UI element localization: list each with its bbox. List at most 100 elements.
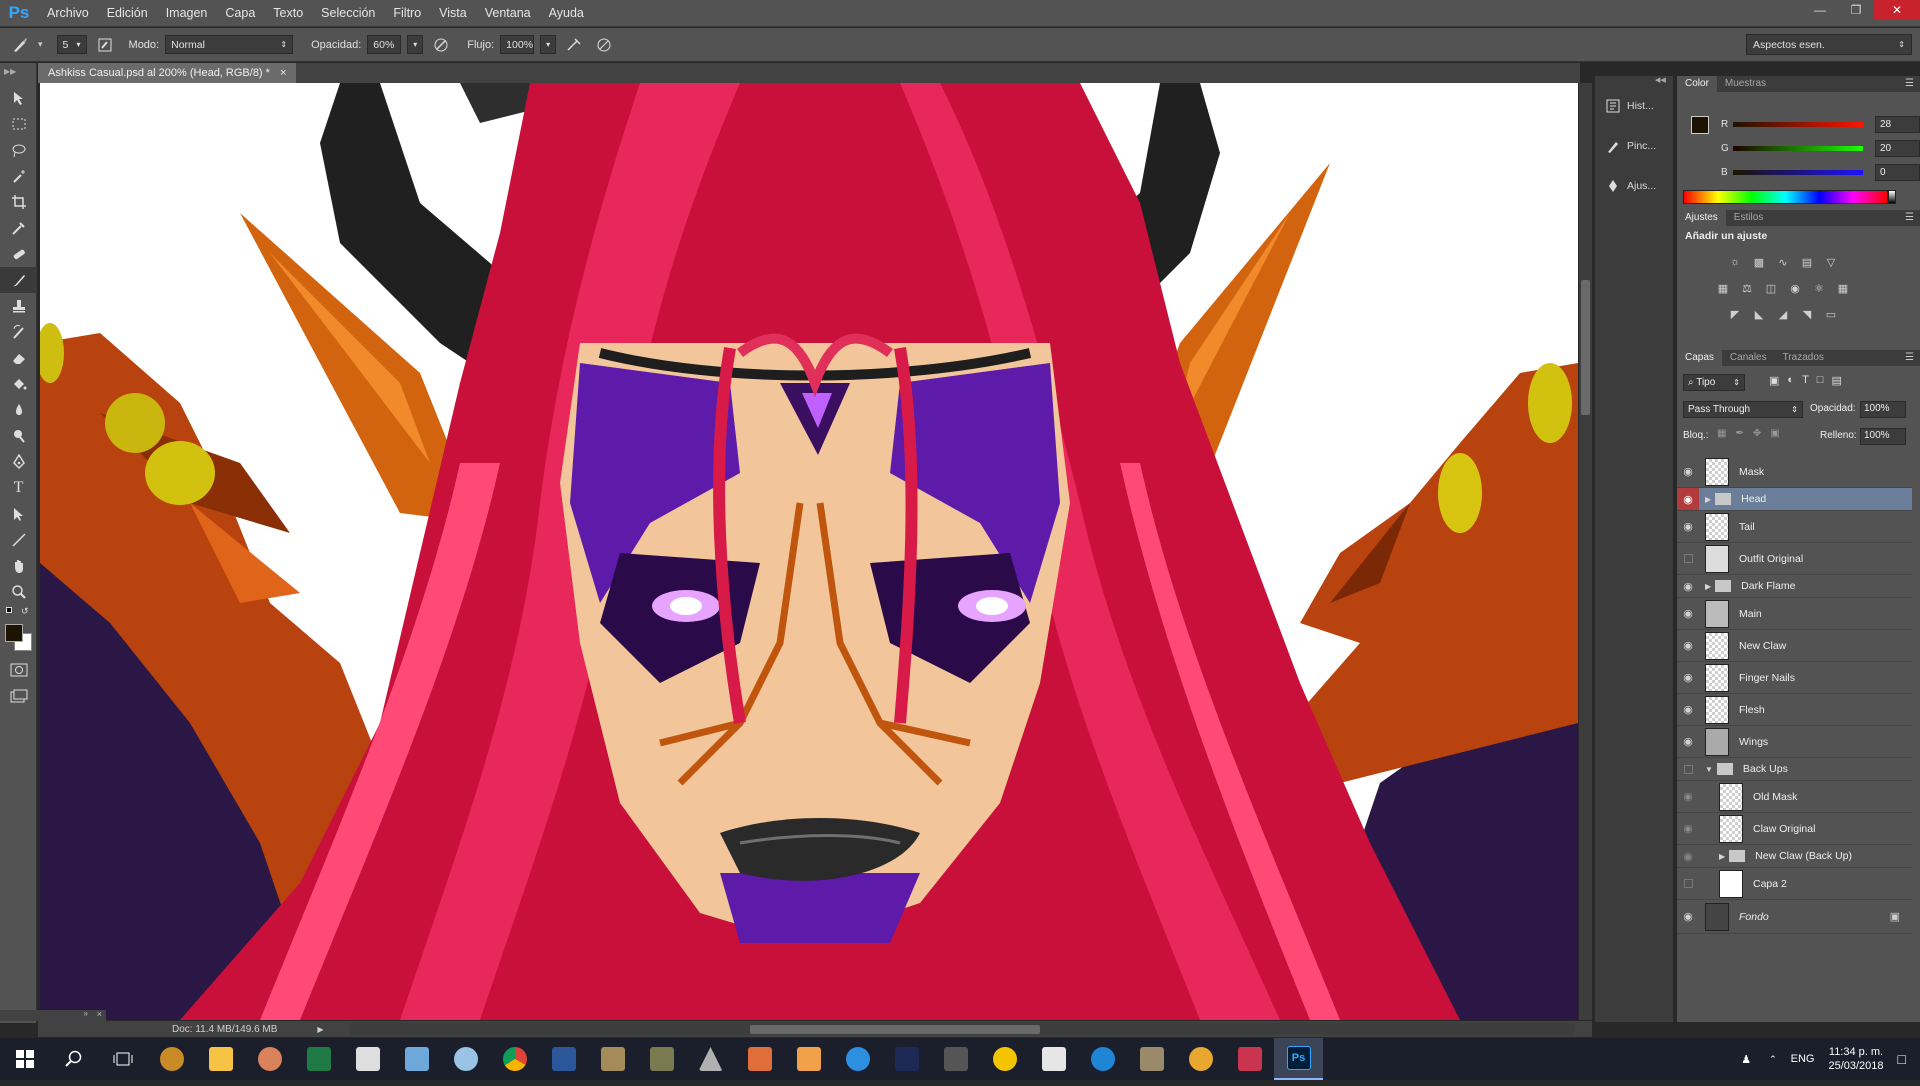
app-icon-terminal[interactable] xyxy=(637,1038,686,1080)
color-lookup-icon[interactable]: ▦ xyxy=(1833,278,1853,298)
opacity-dropdown-icon[interactable]: ▾ xyxy=(407,35,424,54)
layer-new-claw-back-up[interactable]: ◉ ▶ New Claw (Back Up) xyxy=(1677,845,1912,868)
layer-dark-flame[interactable]: ◉ ▶ Dark Flame xyxy=(1677,575,1912,598)
layer-flesh[interactable]: ◉ Flesh xyxy=(1677,694,1912,726)
restore-icon[interactable]: ❐ xyxy=(1838,0,1874,20)
layer-outfit-original[interactable]: Outfit Original xyxy=(1677,543,1912,575)
minimize-icon[interactable]: — xyxy=(1802,0,1838,20)
layer-main[interactable]: ◉ Main xyxy=(1677,598,1912,630)
collapse-group-icon[interactable]: ▼ xyxy=(1705,765,1713,774)
app-icon-1[interactable] xyxy=(147,1038,196,1080)
fill-input[interactable]: 100% xyxy=(1860,428,1906,445)
menu-edicion[interactable]: Edición xyxy=(98,0,157,27)
airbrush-icon[interactable] xyxy=(562,34,586,56)
visibility-empty-box[interactable] xyxy=(1677,758,1699,780)
app-icon-portrait[interactable] xyxy=(931,1038,980,1080)
edge-icon[interactable] xyxy=(1078,1038,1127,1080)
visibility-eye-icon[interactable]: ◉ xyxy=(1677,662,1699,693)
exposure-icon[interactable]: ▤ xyxy=(1797,252,1817,272)
healing-brush-tool-icon[interactable] xyxy=(0,241,37,267)
layer-mask[interactable]: ◉ Mask xyxy=(1677,456,1912,488)
app-icon-stars[interactable] xyxy=(882,1038,931,1080)
expand-group-icon[interactable]: ▶ xyxy=(1719,852,1725,861)
visibility-eye-icon[interactable]: ◉ xyxy=(1677,488,1699,510)
menu-vista[interactable]: Vista xyxy=(430,0,476,27)
eyedropper-tool-icon[interactable] xyxy=(0,215,37,241)
history-panel-button[interactable]: Hist... xyxy=(1595,86,1673,126)
menu-texto[interactable]: Texto xyxy=(264,0,312,27)
tab-estilos[interactable]: Estilos xyxy=(1726,210,1771,226)
toolbar-collapse-icon[interactable]: ▶▶ xyxy=(0,63,36,85)
clock[interactable]: 11:34 p. m. 25/03/2018 xyxy=(1828,1045,1883,1073)
hand-tool-icon[interactable] xyxy=(0,553,37,579)
layer-head[interactable]: ◉ ▶ Head xyxy=(1677,488,1912,511)
app-icon-paw[interactable] xyxy=(1176,1038,1225,1080)
visibility-eye-icon[interactable]: ◉ xyxy=(1677,726,1699,757)
channel-g-value[interactable]: 20 xyxy=(1875,140,1920,157)
visibility-eye-icon[interactable]: ◉ xyxy=(1677,781,1699,812)
tray-chevron-icon[interactable]: ⌃ xyxy=(1769,1054,1777,1065)
channel-r-value[interactable]: 28 xyxy=(1875,116,1920,133)
menu-ventana[interactable]: Ventana xyxy=(476,0,540,27)
windows-start-icon[interactable] xyxy=(0,1038,49,1080)
threshold-icon[interactable]: ◢ xyxy=(1773,304,1793,324)
tab-capas[interactable]: Capas xyxy=(1677,350,1722,366)
mini-bridge-collapsed[interactable]: » × xyxy=(0,1009,106,1021)
opacity-input[interactable]: 60% xyxy=(367,35,402,54)
filter-pixel-icon[interactable]: ▣ xyxy=(1769,374,1779,387)
brush-tool-icon[interactable] xyxy=(0,267,37,293)
visibility-eye-icon[interactable]: ◉ xyxy=(1677,456,1699,487)
visibility-eye-icon[interactable]: ◉ xyxy=(1677,813,1699,844)
screen-mode-icon[interactable] xyxy=(0,683,37,709)
app-icon-globe[interactable] xyxy=(245,1038,294,1080)
filter-type-icon[interactable]: T xyxy=(1802,374,1809,387)
layer-new-claw[interactable]: ◉ New Claw xyxy=(1677,630,1912,662)
media-player-icon[interactable] xyxy=(735,1038,784,1080)
slider-g-track[interactable] xyxy=(1733,146,1863,151)
slider-r-track[interactable] xyxy=(1733,122,1863,127)
visibility-empty-box[interactable] xyxy=(1677,543,1699,574)
photo-filter-icon[interactable]: ◉ xyxy=(1785,278,1805,298)
document-tab[interactable]: Ashkiss Casual.psd al 200% (Head, RGB/8)… xyxy=(38,63,297,83)
app-icon-yellow-face[interactable] xyxy=(980,1038,1029,1080)
collapse-dock-icon[interactable]: ◀◀ xyxy=(1595,76,1673,86)
default-colors-icon[interactable]: ↺ xyxy=(0,605,36,621)
curves-icon[interactable]: ∿ xyxy=(1773,252,1793,272)
discord-icon[interactable] xyxy=(1225,1038,1274,1080)
flow-dropdown-icon[interactable]: ▾ xyxy=(540,35,557,54)
notification-icon[interactable]: □ xyxy=(1898,1051,1906,1067)
lock-pixels-icon[interactable]: ✒ xyxy=(1735,428,1743,439)
lasso-tool-icon[interactable] xyxy=(0,137,37,163)
dodge-tool-icon[interactable] xyxy=(0,423,37,449)
slider-b-track[interactable] xyxy=(1733,170,1863,175)
tab-ajustes[interactable]: Ajustes xyxy=(1677,210,1726,226)
paint-bucket-tool-icon[interactable] xyxy=(0,371,37,397)
type-tool-icon[interactable]: T xyxy=(0,475,37,501)
expand-group-icon[interactable]: ▶ xyxy=(1705,495,1711,504)
people-icon[interactable]: ♟ xyxy=(1741,1053,1751,1066)
chrome-icon[interactable] xyxy=(490,1038,539,1080)
layer-opacity-input[interactable]: 100% xyxy=(1860,401,1906,418)
menu-seleccion[interactable]: Selección xyxy=(312,0,384,27)
adjust-panel-button[interactable]: Ajus... xyxy=(1595,166,1673,206)
pen-tool-icon[interactable] xyxy=(0,449,37,475)
brush-presets-panel-button[interactable]: Pinc... xyxy=(1595,126,1673,166)
filter-shape-icon[interactable]: □ xyxy=(1817,374,1824,387)
zoom-tool-icon[interactable] xyxy=(0,579,37,605)
app-icon-crest[interactable] xyxy=(1127,1038,1176,1080)
language-indicator[interactable]: ENG xyxy=(1791,1053,1815,1065)
gradient-map-icon[interactable]: ▭ xyxy=(1821,304,1841,324)
color-spectrum-ramp[interactable] xyxy=(1683,190,1888,204)
black-white-ramp[interactable] xyxy=(1888,190,1896,204)
brush-tool-preset-icon[interactable] xyxy=(8,34,32,56)
posterize-icon[interactable]: ◣ xyxy=(1749,304,1769,324)
close-panel-icon[interactable]: × xyxy=(97,1009,102,1019)
task-view-icon[interactable] xyxy=(98,1038,147,1080)
file-explorer-icon[interactable] xyxy=(196,1038,245,1080)
close-window-icon[interactable]: ✕ xyxy=(1874,0,1920,20)
excel-icon[interactable] xyxy=(294,1038,343,1080)
menu-ayuda[interactable]: Ayuda xyxy=(540,0,593,27)
menu-filtro[interactable]: Filtro xyxy=(384,0,430,27)
clone-stamp-tool-icon[interactable] xyxy=(0,293,37,319)
visibility-eye-icon[interactable]: ◉ xyxy=(1677,511,1699,542)
